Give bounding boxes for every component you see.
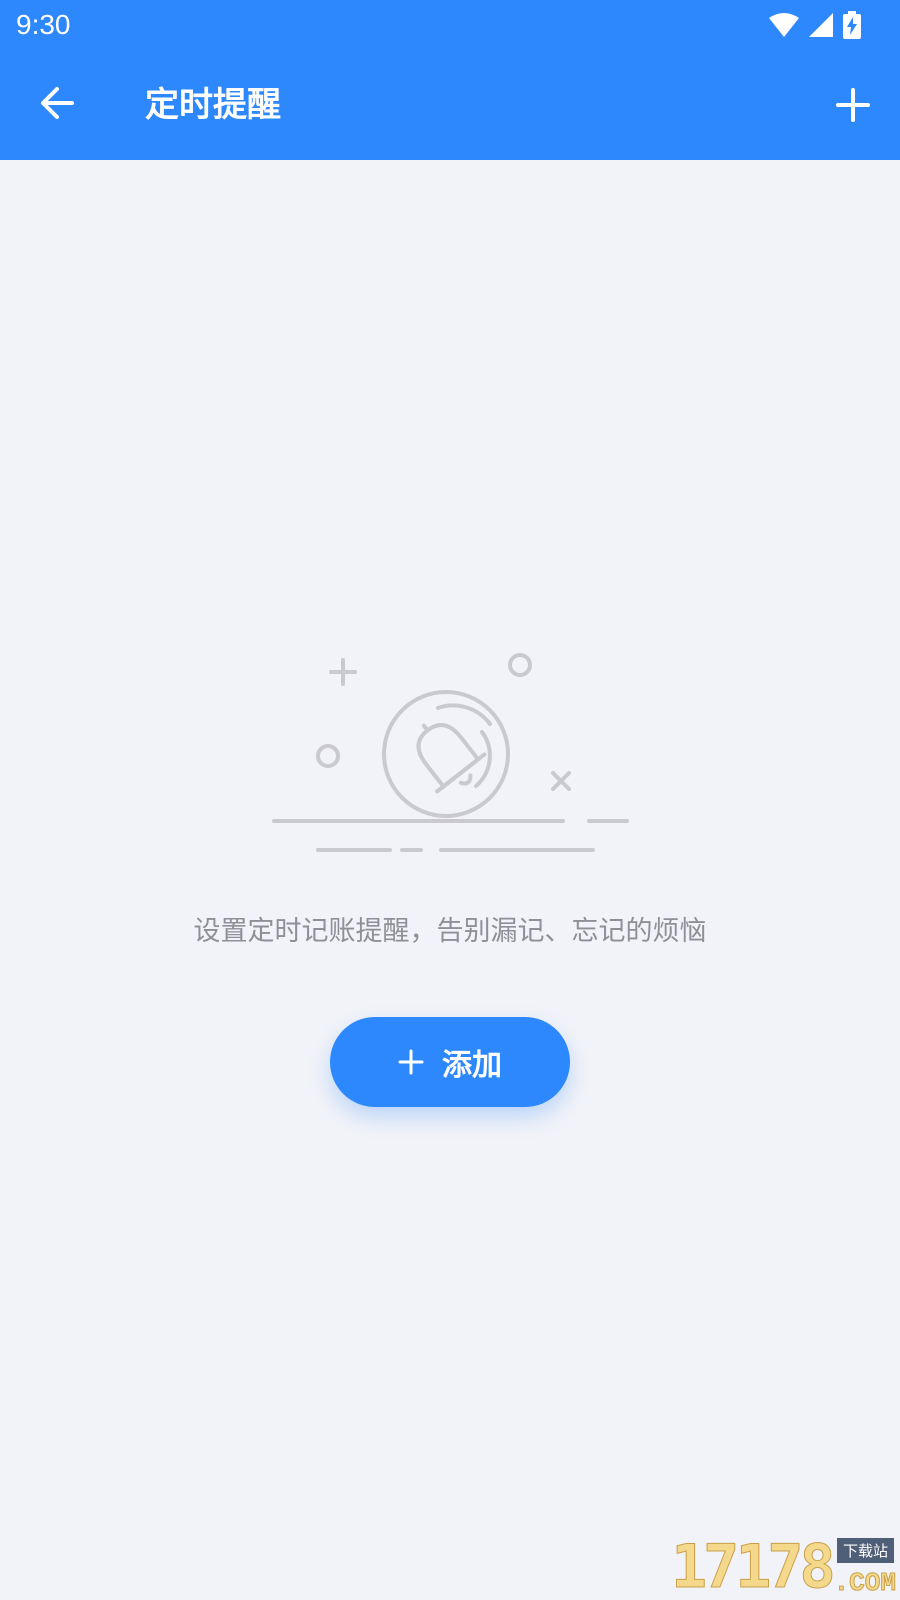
empty-state-illustration	[260, 640, 640, 860]
battery-charging-icon	[842, 11, 862, 39]
watermark-logo: 17178 下载站 .COM	[671, 1532, 897, 1600]
add-reminder-top-button[interactable]	[824, 76, 882, 134]
back-button[interactable]	[28, 76, 86, 134]
page-title: 定时提醒	[145, 85, 281, 125]
status-bar: 9:30	[0, 0, 900, 52]
empty-state-message: 设置定时记账提醒，告别漏记、忘记的烦恼	[193, 916, 707, 947]
bell-icon	[272, 653, 629, 852]
signal-icon	[808, 12, 834, 38]
status-time: 9:30	[16, 9, 71, 40]
add-reminder-button[interactable]: 添加	[330, 1017, 570, 1107]
arrow-left-icon	[41, 87, 74, 119]
wifi-icon	[768, 12, 800, 38]
watermark-suffix: .COM	[833, 1568, 896, 1599]
plus-icon	[398, 1049, 424, 1075]
plus-icon	[836, 88, 870, 122]
watermark-tag: 下载站	[836, 1538, 894, 1563]
status-icons	[768, 10, 862, 40]
watermark-number: 17178	[671, 1532, 837, 1600]
app-bar: 定时提醒	[0, 52, 900, 160]
add-button-label: 添加	[442, 1048, 502, 1083]
